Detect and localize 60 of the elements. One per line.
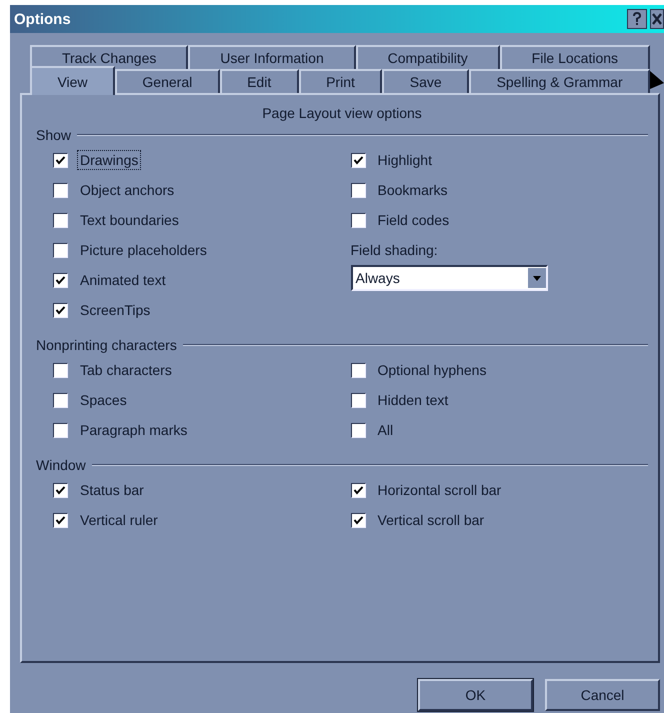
checkbox[interactable] (53, 392, 68, 408)
checkbox-label[interactable]: Picture placeholders (77, 240, 210, 260)
group-label: Nonprinting characters (36, 337, 177, 353)
pointer-icon (650, 71, 664, 89)
checkbox[interactable] (53, 482, 68, 498)
checkbox[interactable] (350, 392, 366, 408)
tab[interactable]: Edit (220, 69, 299, 93)
tab[interactable]: Save (382, 69, 470, 93)
checkbox[interactable] (53, 212, 68, 228)
checkbox[interactable] (350, 422, 366, 438)
tab[interactable]: Print (298, 69, 382, 93)
tab[interactable]: File Locations (500, 45, 650, 69)
checkbox-label[interactable]: Hidden text (374, 390, 452, 410)
checkbox[interactable] (53, 302, 68, 318)
checkbox-label[interactable]: Spaces (77, 390, 130, 410)
checkbox-label[interactable]: Text boundaries (77, 210, 182, 230)
section-heading: Page Layout view options (261, 105, 423, 121)
checkbox-label[interactable]: ScreenTips (77, 300, 154, 320)
checkbox[interactable] (350, 212, 366, 228)
tab[interactable]: Compatibility (356, 45, 500, 69)
checkbox[interactable] (53, 422, 68, 438)
checkbox-label[interactable]: Highlight (374, 150, 435, 170)
checkbox-label[interactable]: Horizontal scroll bar (374, 480, 504, 500)
group-label: Show (36, 127, 72, 143)
checkbox[interactable] (53, 272, 68, 288)
tab[interactable]: View (30, 66, 115, 95)
checkbox[interactable] (350, 362, 366, 378)
tab[interactable]: Track Changes (30, 45, 188, 69)
group-label: Window (36, 457, 86, 473)
close-icon[interactable] (650, 9, 664, 29)
checkbox-label[interactable]: Vertical scroll bar (374, 510, 488, 530)
tab[interactable]: Spelling & Grammar (469, 69, 650, 93)
checkbox-label[interactable]: Animated text (77, 270, 169, 290)
checkbox[interactable] (350, 482, 366, 498)
checkbox[interactable] (53, 182, 68, 198)
checkbox[interactable] (350, 152, 366, 168)
help-icon[interactable] (627, 9, 647, 29)
checkbox[interactable] (350, 512, 366, 528)
tab[interactable]: User Information (188, 45, 356, 69)
checkbox[interactable] (53, 512, 68, 528)
field-label: Field shading: (350, 242, 438, 258)
dialog-button[interactable]: OK (418, 679, 533, 711)
checkbox-label[interactable]: Paragraph marks (77, 420, 190, 440)
checkbox-label[interactable]: All (374, 420, 396, 440)
window-title: Options (14, 10, 72, 28)
checkbox-label[interactable]: Status bar (77, 480, 147, 500)
tab[interactable]: General (114, 69, 220, 93)
checkbox[interactable] (53, 362, 68, 378)
checkbox-label[interactable]: Object anchors (77, 180, 178, 200)
checkbox-label[interactable]: Drawings (77, 150, 142, 170)
checkbox-label[interactable]: Bookmarks (374, 180, 451, 200)
checkbox-label[interactable]: Tab characters (77, 360, 175, 380)
checkbox-label[interactable]: Optional hyphens (374, 360, 490, 380)
checkbox-label[interactable]: Vertical ruler (77, 510, 161, 530)
dialog-button[interactable]: Cancel (545, 679, 660, 711)
checkbox-label[interactable]: Field codes (374, 210, 452, 230)
checkbox[interactable] (53, 152, 68, 168)
checkbox[interactable] (53, 242, 68, 258)
checkbox[interactable] (350, 182, 366, 198)
dropdown[interactable]: Always (350, 265, 548, 291)
